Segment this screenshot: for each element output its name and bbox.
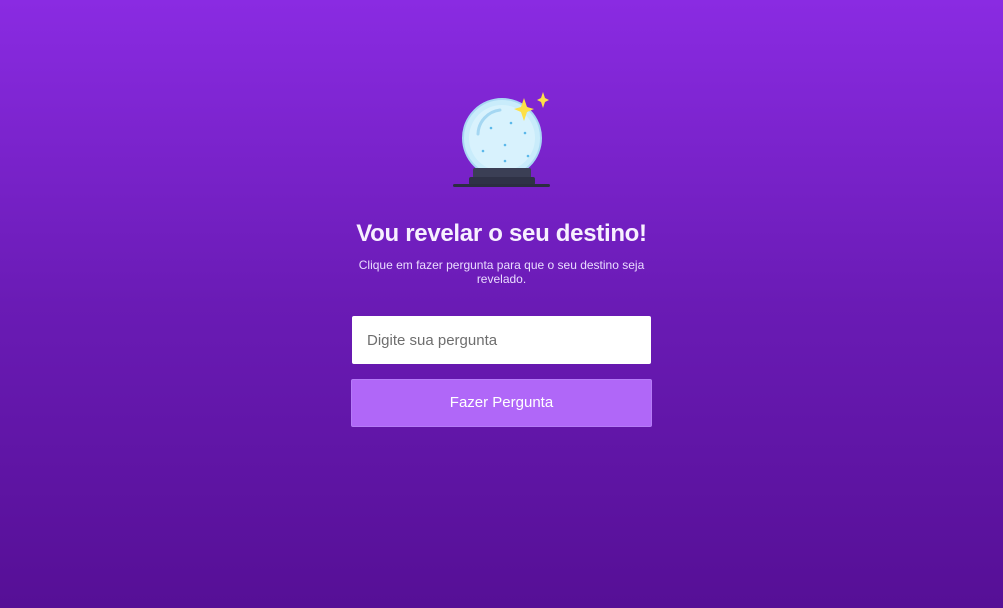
ask-question-button[interactable]: Fazer Pergunta (351, 379, 652, 427)
page-subtitle: Clique em fazer pergunta para que o seu … (358, 258, 645, 286)
question-input[interactable] (352, 316, 651, 364)
page: Vou revelar o seu destino! Clique em faz… (0, 0, 1003, 608)
crystal-ball-icon (448, 88, 558, 192)
page-title: Vou revelar o seu destino! (356, 220, 647, 247)
